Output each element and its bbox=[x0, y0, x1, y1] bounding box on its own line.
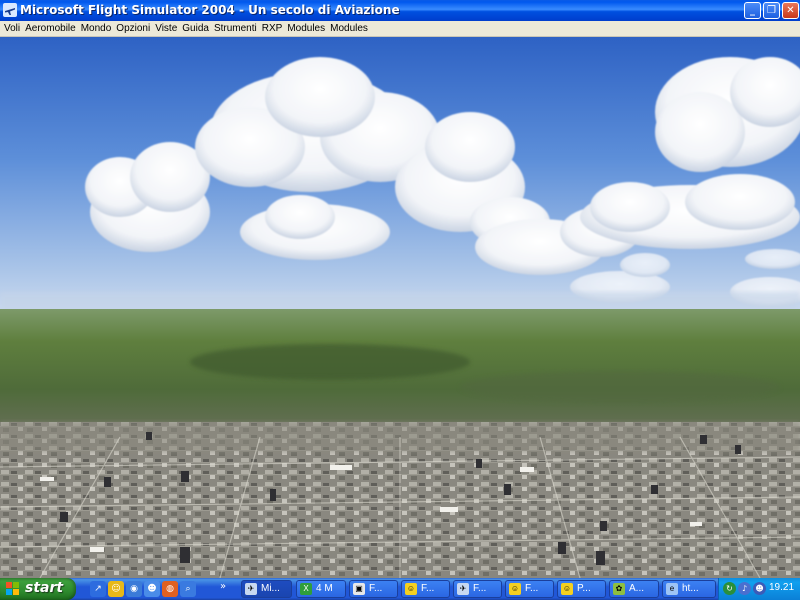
task-button-smiley-1[interactable]: ☺ F... bbox=[401, 580, 450, 598]
flight-sim-app-icon[interactable] bbox=[3, 3, 17, 17]
excel-icon: X bbox=[300, 583, 312, 595]
menu-voli[interactable]: Voli bbox=[3, 21, 24, 36]
minimize-button[interactable]: _ bbox=[744, 2, 761, 19]
task-button-smiley-3[interactable]: ☺ P... bbox=[557, 580, 606, 598]
show-desktop-icon[interactable]: ↗ bbox=[90, 581, 106, 597]
windows-media-icon[interactable]: ◉ bbox=[126, 581, 142, 597]
plane-icon: ✈ bbox=[457, 583, 469, 595]
smiley-icon: ☺ bbox=[405, 583, 417, 595]
volume-icon[interactable]: ♪ bbox=[738, 582, 751, 595]
smiley-icon: ☺ bbox=[509, 583, 521, 595]
menu-bar: Voli Aeromobile Mondo Opzioni Viste Guid… bbox=[0, 21, 800, 37]
plane-icon: ✈ bbox=[245, 583, 257, 595]
task-button-plane[interactable]: ✈ F... bbox=[453, 580, 502, 598]
firefox-icon[interactable]: ◍ bbox=[162, 581, 178, 597]
quick-launch-chevron-icon[interactable]: » bbox=[220, 581, 226, 592]
menu-aeromobile[interactable]: Aeromobile bbox=[24, 21, 80, 36]
ie-icon: e bbox=[666, 583, 678, 595]
system-tray: ↻ ♪ ☻ 19.21 bbox=[718, 578, 800, 600]
menu-guida[interactable]: Guida bbox=[181, 21, 213, 36]
scenery-viewport[interactable] bbox=[0, 37, 800, 578]
palette-icon: ✿ bbox=[613, 583, 625, 595]
menu-rxp[interactable]: RXP bbox=[261, 21, 287, 36]
menu-opzioni[interactable]: Opzioni bbox=[115, 21, 154, 36]
window-title: Microsoft Flight Simulator 2004 - Un sec… bbox=[20, 3, 400, 17]
menu-modules-2[interactable]: Modules bbox=[329, 21, 372, 36]
menu-mondo[interactable]: Mondo bbox=[80, 21, 116, 36]
title-bar[interactable]: Microsoft Flight Simulator 2004 - Un sec… bbox=[0, 0, 800, 21]
taskbar: start ↗ ☺ ◉ ☻ ◍ ⌕ » ✈ Mi... X 4 M ▣ F...… bbox=[0, 578, 800, 600]
task-button-window[interactable]: ▣ F... bbox=[349, 580, 398, 598]
task-button-smiley-2[interactable]: ☺ F... bbox=[505, 580, 554, 598]
menu-strumenti[interactable]: Strumenti bbox=[213, 21, 261, 36]
task-button-browser[interactable]: e ht... bbox=[662, 580, 716, 598]
messenger-tray-icon[interactable]: ☻ bbox=[753, 582, 766, 595]
window-icon: ▣ bbox=[353, 583, 365, 595]
smiley-icon: ☺ bbox=[561, 583, 573, 595]
windows-logo-icon bbox=[6, 582, 19, 595]
task-button-paint[interactable]: ✿ A... bbox=[609, 580, 659, 598]
scenery-render bbox=[0, 37, 800, 578]
search-icon[interactable]: ⌕ bbox=[180, 581, 196, 597]
menu-modules[interactable]: Modules bbox=[286, 21, 329, 36]
clock[interactable]: 19.21 bbox=[769, 582, 794, 593]
close-button[interactable]: ✕ bbox=[782, 2, 799, 19]
network-icon[interactable]: ↻ bbox=[723, 582, 736, 595]
smiley-icon[interactable]: ☺ bbox=[108, 581, 124, 597]
maximize-button[interactable]: ❐ bbox=[763, 2, 780, 19]
start-button[interactable]: start bbox=[0, 578, 76, 600]
messenger-icon[interactable]: ☻ bbox=[144, 581, 160, 597]
start-label: start bbox=[25, 580, 64, 596]
menu-viste[interactable]: Viste bbox=[154, 21, 181, 36]
task-button-excel[interactable]: X 4 M bbox=[296, 580, 346, 598]
task-button-flight-sim[interactable]: ✈ Mi... bbox=[241, 580, 292, 598]
